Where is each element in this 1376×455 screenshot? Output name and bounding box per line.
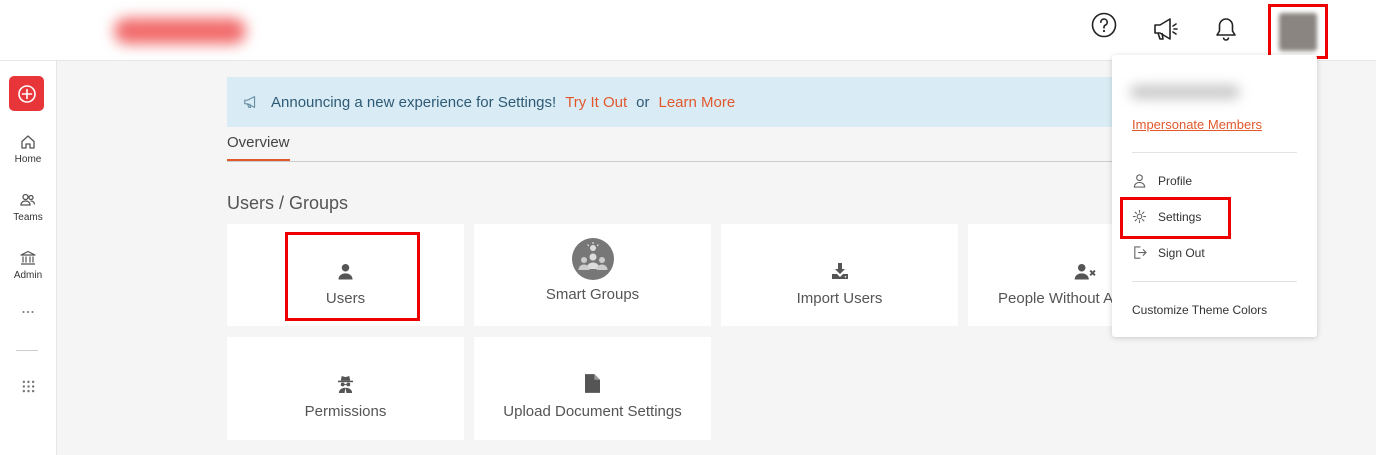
card-users[interactable]: Users <box>227 224 464 326</box>
user-x-icon <box>1074 263 1096 280</box>
left-nav: Home Teams Admin <box>0 61 57 455</box>
create-button[interactable] <box>9 76 44 111</box>
announcements-icon[interactable] <box>1150 14 1180 44</box>
user-icon <box>338 264 353 280</box>
menu-divider <box>1132 152 1297 153</box>
nav-item-teams[interactable]: Teams <box>0 191 56 223</box>
menu-label-sign-out: Sign Out <box>1158 245 1205 260</box>
menu-label-profile: Profile <box>1158 173 1193 188</box>
try-it-out-link[interactable]: Try It Out <box>565 94 627 111</box>
menu-item-settings[interactable]: Settings <box>1132 209 1201 224</box>
megaphone-icon <box>244 96 256 108</box>
apps-grid-icon[interactable] <box>0 380 56 393</box>
help-icon[interactable] <box>1089 10 1119 40</box>
more-options-icon[interactable] <box>0 309 56 315</box>
tab-overview[interactable]: Overview <box>227 134 290 161</box>
announcement-banner: Announcing a new experience for Settings… <box>227 77 1117 127</box>
card-import-users[interactable]: Import Users <box>721 224 958 326</box>
card-smart-groups[interactable]: Smart Groups <box>474 224 711 326</box>
nav-label-home: Home <box>14 154 42 165</box>
avatar-button[interactable] <box>1268 4 1328 59</box>
banner-text: Announcing a new experience for Settings… <box>271 93 557 111</box>
avatar <box>1279 12 1317 51</box>
nav-divider <box>16 350 38 351</box>
user-dropdown-menu: Impersonate Members Profile Settings Sig… <box>1112 55 1317 337</box>
section-title: Users / Groups <box>227 193 349 213</box>
menu-item-profile[interactable]: Profile <box>1132 173 1192 188</box>
home-icon <box>21 135 35 149</box>
card-label-people-without: People Without A <box>998 290 1114 307</box>
user-name <box>1126 77 1258 107</box>
banner-or-text: or <box>636 93 650 111</box>
smart-groups-icon <box>571 238 614 280</box>
card-label-upload-document-settings: Upload Document Settings <box>503 403 682 420</box>
spy-icon <box>337 375 354 393</box>
nav-item-admin[interactable]: Admin <box>0 249 56 281</box>
profile-icon <box>1133 174 1146 188</box>
top-bar <box>0 0 1376 61</box>
plus-circle-icon <box>17 84 36 103</box>
impersonate-members-link[interactable]: Impersonate Members <box>1132 117 1262 132</box>
teams-icon <box>20 193 36 206</box>
menu-divider <box>1132 281 1297 282</box>
menu-label-settings: Settings <box>1158 209 1202 224</box>
card-label-users: Users <box>325 290 366 307</box>
nav-label-teams: Teams <box>13 212 43 223</box>
company-logo[interactable] <box>100 6 280 56</box>
card-upload-document-settings[interactable]: Upload Document Settings <box>474 337 711 440</box>
card-label-smart-groups: Smart Groups <box>545 286 640 303</box>
document-icon <box>585 374 600 393</box>
nav-item-home[interactable]: Home <box>0 133 56 165</box>
gear-icon <box>1132 209 1147 224</box>
import-icon <box>831 263 848 279</box>
card-label-permissions: Permissions <box>304 403 387 420</box>
nav-label-admin: Admin <box>13 270 43 281</box>
admin-icon <box>20 250 36 265</box>
sign-out-icon <box>1134 246 1147 259</box>
customize-theme-colors-link[interactable]: Customize Theme Colors <box>1132 303 1267 317</box>
card-permissions[interactable]: Permissions <box>227 337 464 440</box>
menu-item-sign-out[interactable]: Sign Out <box>1132 245 1205 260</box>
learn-more-link[interactable]: Learn More <box>658 94 735 111</box>
notifications-icon[interactable] <box>1211 14 1241 44</box>
tab-bar: Overview <box>227 134 1117 162</box>
card-label-import-users: Import Users <box>796 290 883 307</box>
card-people-without[interactable]: People Without A <box>968 224 1117 326</box>
